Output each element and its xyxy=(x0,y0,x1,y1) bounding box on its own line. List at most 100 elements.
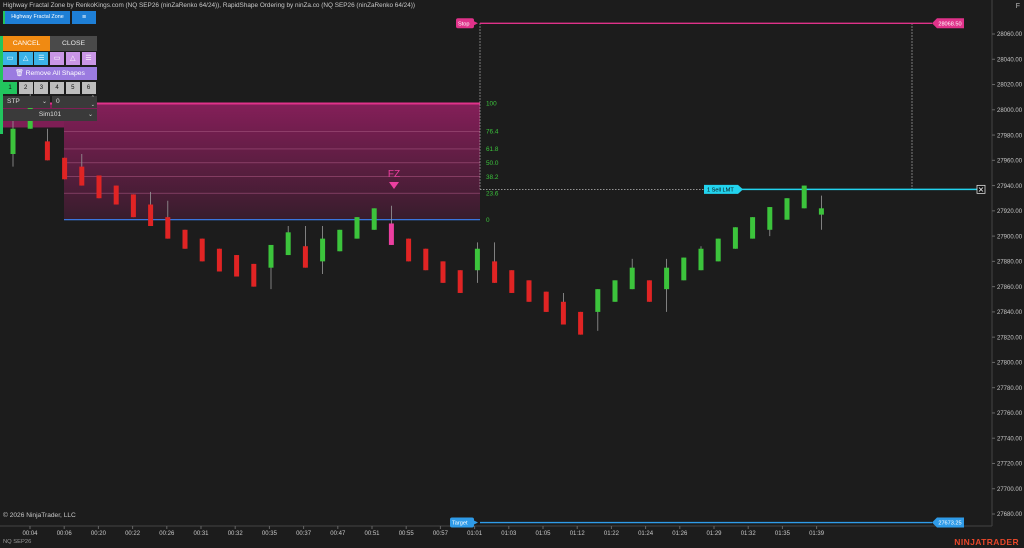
renko-bar xyxy=(337,229,343,252)
renko-bar xyxy=(165,217,171,239)
renko-bar xyxy=(732,227,738,249)
renko-bar xyxy=(784,198,790,220)
stop-price-label: 28068.50 xyxy=(938,21,961,27)
x-axis-tick-label: 01:29 xyxy=(706,531,722,537)
lines-icon[interactable]: ☰ xyxy=(34,52,49,65)
y-axis-tick-label: 28020.00 xyxy=(997,83,1023,89)
cancel-order-glyph: × xyxy=(978,185,985,194)
x-axis-tick-label: 00:20 xyxy=(91,531,107,537)
spinner-icon[interactable]: ⌃ ⌄ xyxy=(91,95,95,109)
order-type-select[interactable]: STP ⌄ xyxy=(3,96,50,108)
renko-bar xyxy=(10,128,16,154)
fractal-level-label: 100 xyxy=(486,101,497,108)
renko-bar xyxy=(96,175,102,199)
fractal-level-label: 50.0 xyxy=(486,160,499,167)
fractal-level-label: 76.4 xyxy=(486,128,499,135)
quantity-input[interactable]: 0 ⌃ ⌄ xyxy=(52,95,97,109)
x-axis-tick-label: 00:51 xyxy=(364,531,380,537)
renko-bar xyxy=(130,194,136,218)
y-axis-tick-label: 27940.00 xyxy=(997,184,1023,190)
order-type-value: STP xyxy=(7,98,20,105)
renko-bar xyxy=(44,141,50,161)
triangle-icon[interactable]: △ xyxy=(18,52,33,65)
renko-bar xyxy=(492,261,498,283)
renko-bar xyxy=(646,280,652,302)
renko-bar xyxy=(560,301,566,325)
y-axis-tick-label: 27900.00 xyxy=(997,234,1023,240)
y-axis-tick-label: 27760.00 xyxy=(997,411,1023,417)
fractal-level-label: 0 xyxy=(486,217,490,224)
cancel-button[interactable]: CANCEL xyxy=(3,36,50,51)
x-axis-tick-label: 00:55 xyxy=(399,531,415,537)
fractal-level-label: 38.2 xyxy=(486,174,499,181)
remove-all-shapes-button[interactable]: 🗑 Remove All Shapes xyxy=(3,67,97,80)
fz-label: FZ xyxy=(388,169,400,180)
shape-tools: ▭ △ ☰ ▭ △ ☰ xyxy=(3,52,97,65)
renko-bar xyxy=(440,261,446,283)
target-price-label: 27673.25 xyxy=(938,521,961,527)
entry-tag-label: 1 Sell LMT xyxy=(707,188,734,194)
hamburger-icon[interactable]: ≡ xyxy=(72,11,96,24)
account-select[interactable]: Sim101 ⌄ xyxy=(3,109,97,121)
trash-icon: 🗑 xyxy=(15,70,24,77)
quantity-presets: 123456 xyxy=(3,82,97,94)
close-button[interactable]: CLOSE xyxy=(50,36,97,51)
remove-label: Remove All Shapes xyxy=(25,70,85,77)
renko-bar xyxy=(199,238,205,262)
x-axis-tick-label: 00:47 xyxy=(330,531,346,537)
x-axis-tick-label: 00:37 xyxy=(296,531,312,537)
triangle-icon[interactable]: △ xyxy=(65,52,80,65)
renko-bar xyxy=(302,246,308,268)
x-axis-tick-label: 01:22 xyxy=(604,531,620,537)
y-axis-tick-label: 27740.00 xyxy=(997,436,1023,442)
preset-3-button[interactable]: 3 xyxy=(34,82,49,94)
y-axis-tick-label: 27840.00 xyxy=(997,310,1023,316)
hfz-toolbar: Highway Fractal Zone ≡ xyxy=(0,11,98,24)
chevron-down-icon: ⌄ xyxy=(87,112,93,118)
x-axis-tick-label: 00:57 xyxy=(433,531,449,537)
renko-bar xyxy=(371,208,377,230)
y-axis-tick-label: 28040.00 xyxy=(997,57,1023,63)
target-arrow-icon xyxy=(474,520,478,525)
preset-5-button[interactable]: 5 xyxy=(65,82,80,94)
preset-4-button[interactable]: 4 xyxy=(50,82,65,94)
y-axis-tick-label: 28000.00 xyxy=(997,108,1023,114)
renko-bar xyxy=(612,280,618,302)
renko-bar xyxy=(148,204,154,226)
renko-bar xyxy=(664,267,670,290)
corner-label[interactable]: F xyxy=(1016,3,1020,10)
lines-icon[interactable]: ☰ xyxy=(81,52,96,65)
renko-bar xyxy=(543,291,549,312)
renko-bar xyxy=(509,270,515,293)
x-axis-tick-label: 01:35 xyxy=(775,531,791,537)
renko-bar xyxy=(406,238,412,262)
renko-bar xyxy=(285,232,291,256)
renko-bar xyxy=(698,248,704,271)
renko-bar xyxy=(251,263,257,287)
renko-bar xyxy=(526,280,532,302)
rectangle-icon[interactable]: ▭ xyxy=(50,52,65,65)
x-axis-tick-label: 01:03 xyxy=(501,531,517,537)
y-axis-tick-label: 27920.00 xyxy=(997,209,1023,215)
renko-bar xyxy=(750,217,756,239)
stop-tag-label: Stop xyxy=(458,21,470,27)
y-axis-tick-label: 27980.00 xyxy=(997,133,1023,139)
y-axis-tick-label: 27820.00 xyxy=(997,335,1023,341)
chart-canvas[interactable]: 28060.00 28040.00 28020.00 28000.00 27980.00… xyxy=(0,0,1024,548)
x-axis-tick-label: 00:26 xyxy=(159,531,175,537)
preset-6-button[interactable]: 6 xyxy=(81,82,96,94)
x-axis-tick-label: 00:06 xyxy=(57,531,73,537)
quantity-value: 0 xyxy=(56,98,60,105)
instrument-label: NQ SEP26 xyxy=(3,539,32,545)
preset-2-button[interactable]: 2 xyxy=(18,82,33,94)
x-axis-tick-label: 01:01 xyxy=(467,531,483,537)
renko-bar xyxy=(268,244,274,268)
renko-bar xyxy=(113,185,119,205)
hfz-button[interactable]: Highway Fractal Zone xyxy=(3,11,70,24)
x-axis-tick-label: 00:35 xyxy=(262,531,278,537)
preset-1-button[interactable]: 1 xyxy=(3,82,17,94)
x-axis-tick-label: 00:22 xyxy=(125,531,141,537)
rectangle-icon[interactable]: ▭ xyxy=(3,52,17,65)
x-axis-tick-label: 00:04 xyxy=(22,531,38,537)
renko-bar xyxy=(216,248,222,272)
